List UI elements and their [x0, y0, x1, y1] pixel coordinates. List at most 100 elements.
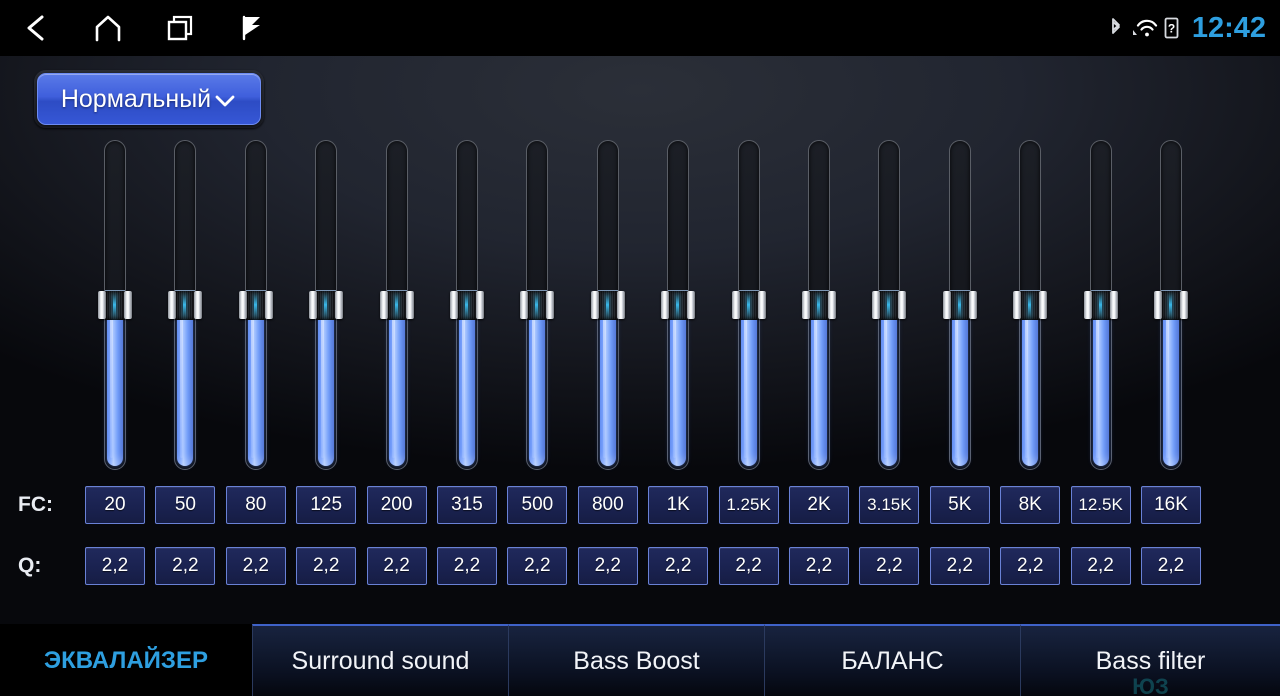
- slider-fill: [599, 304, 616, 466]
- slider-thumb[interactable]: [309, 290, 344, 320]
- slider-thumb[interactable]: [1013, 290, 1048, 320]
- slider-thumb-cap-right: [616, 291, 625, 319]
- q-row-label: Q:: [18, 554, 42, 577]
- slider-thumb-cap-right: [1109, 291, 1118, 319]
- slider-thumb[interactable]: [238, 290, 273, 320]
- slider-thumb-grip: [245, 290, 266, 320]
- tab-equalizer[interactable]: ЭКВАЛАЙЗЕР: [0, 624, 252, 696]
- band-slider[interactable]: [872, 134, 907, 476]
- band-slider[interactable]: [520, 134, 555, 476]
- slider-thumb-grip: [809, 290, 829, 320]
- slider-thumb[interactable]: [731, 290, 766, 320]
- band-slider[interactable]: [1083, 134, 1118, 476]
- slider-thumb[interactable]: [942, 290, 977, 320]
- band-slider[interactable]: [98, 134, 132, 476]
- q-value-box[interactable]: 2,2: [507, 547, 568, 585]
- slider-thumb[interactable]: [98, 290, 132, 320]
- equalizer-screen: ? 12:42 Нормальный FC: 20 50 80 125 200 315 50…: [0, 0, 1280, 696]
- chevron-down-icon: [213, 93, 237, 109]
- recents-button[interactable]: [144, 0, 216, 56]
- tab-label: Surround sound: [291, 646, 470, 675]
- q-value-box[interactable]: 2,2: [1141, 547, 1201, 585]
- slider-fill: [388, 304, 405, 466]
- fc-value-box[interactable]: 2K: [789, 486, 849, 524]
- tab-bass-boost[interactable]: Bass Boost: [508, 624, 764, 696]
- fc-value-box[interactable]: 1.25K: [718, 486, 779, 524]
- band-slider[interactable]: [450, 134, 484, 476]
- slider-thumb-grip: [597, 290, 618, 320]
- band-slider[interactable]: [731, 134, 766, 476]
- slider-thumb[interactable]: [1083, 290, 1118, 320]
- slider-thumb-cap-right: [828, 291, 836, 319]
- fc-value-box[interactable]: 20: [85, 486, 145, 524]
- q-value-box[interactable]: 2,2: [155, 547, 216, 585]
- slider-thumb-cap-right: [335, 291, 344, 319]
- band-slider[interactable]: [1154, 134, 1188, 476]
- slider-thumb[interactable]: [168, 290, 203, 320]
- band-slider[interactable]: [238, 134, 273, 476]
- slider-thumb-cap-right: [1039, 291, 1048, 319]
- q-value-box[interactable]: 2,2: [859, 547, 920, 585]
- slider-thumb-cap-left: [520, 291, 529, 319]
- fc-value-box[interactable]: 1K: [648, 486, 709, 524]
- slider-thumb[interactable]: [379, 290, 414, 320]
- slider-fill: [459, 304, 475, 466]
- slider-thumb[interactable]: [802, 290, 836, 320]
- q-value-box[interactable]: 2,2: [648, 547, 709, 585]
- slider-thumb-cap-left: [942, 291, 951, 319]
- fc-value-box[interactable]: 50: [155, 486, 216, 524]
- band-slider[interactable]: [590, 134, 625, 476]
- band-slider[interactable]: [379, 134, 414, 476]
- slider-thumb-grip: [527, 290, 548, 320]
- q-value-box[interactable]: 2,2: [718, 547, 779, 585]
- fc-value-box[interactable]: 500: [507, 486, 568, 524]
- slider-thumb-cap-right: [124, 291, 132, 319]
- fc-value-box[interactable]: 8K: [1000, 486, 1061, 524]
- q-value-box[interactable]: 2,2: [225, 547, 286, 585]
- band-slider[interactable]: [942, 134, 977, 476]
- q-value-box[interactable]: 2,2: [789, 547, 849, 585]
- slider-thumb-cap-left: [238, 291, 247, 319]
- q-value-box[interactable]: 2,2: [577, 547, 638, 585]
- fc-value-box[interactable]: 3.15K: [859, 486, 920, 524]
- slider-thumb[interactable]: [1154, 290, 1188, 320]
- slider-thumb[interactable]: [590, 290, 625, 320]
- slider-thumb-cap-left: [309, 291, 318, 319]
- preset-selector-frame: Нормальный: [34, 70, 264, 128]
- q-value-box[interactable]: 2,2: [437, 547, 497, 585]
- fc-value-box[interactable]: 200: [366, 486, 427, 524]
- q-value-box[interactable]: 2,2: [366, 547, 427, 585]
- fc-value-box[interactable]: 5K: [929, 486, 990, 524]
- fc-value-box[interactable]: 800: [577, 486, 638, 524]
- band-slider[interactable]: [661, 134, 696, 476]
- tab-balance[interactable]: БАЛАНС: [764, 624, 1020, 696]
- fc-value-box[interactable]: 16K: [1141, 486, 1201, 524]
- back-button[interactable]: [0, 0, 72, 56]
- q-value-box[interactable]: 2,2: [296, 547, 357, 585]
- slider-fill: [881, 304, 898, 466]
- band-slider[interactable]: [309, 134, 344, 476]
- slider-thumb[interactable]: [872, 290, 907, 320]
- slider-thumb-cap-right: [194, 291, 203, 319]
- slider-thumb[interactable]: [450, 290, 484, 320]
- preset-dropdown-button[interactable]: Нормальный: [37, 73, 261, 125]
- band-slider[interactable]: [1013, 134, 1048, 476]
- tab-surround-sound[interactable]: Surround sound: [252, 624, 508, 696]
- slider-thumb-cap-left: [98, 291, 106, 319]
- q-value-box[interactable]: 2,2: [929, 547, 990, 585]
- watermark-text: ЮЗ: [1132, 674, 1169, 696]
- q-value-box[interactable]: 2,2: [1000, 547, 1061, 585]
- band-slider[interactable]: [168, 134, 203, 476]
- fc-value-box[interactable]: 315: [437, 486, 497, 524]
- q-value-box[interactable]: 2,2: [1070, 547, 1131, 585]
- fc-value-box[interactable]: 125: [296, 486, 357, 524]
- flag-button[interactable]: [216, 0, 288, 56]
- slider-thumb[interactable]: [520, 290, 555, 320]
- home-button[interactable]: [72, 0, 144, 56]
- tab-bass-filter[interactable]: Bass filter ЮЗ: [1020, 624, 1280, 696]
- band-slider[interactable]: [802, 134, 836, 476]
- fc-value-box[interactable]: 80: [225, 486, 286, 524]
- slider-thumb[interactable]: [661, 290, 696, 320]
- q-value-box[interactable]: 2,2: [85, 547, 145, 585]
- fc-value-box[interactable]: 12.5K: [1070, 486, 1131, 524]
